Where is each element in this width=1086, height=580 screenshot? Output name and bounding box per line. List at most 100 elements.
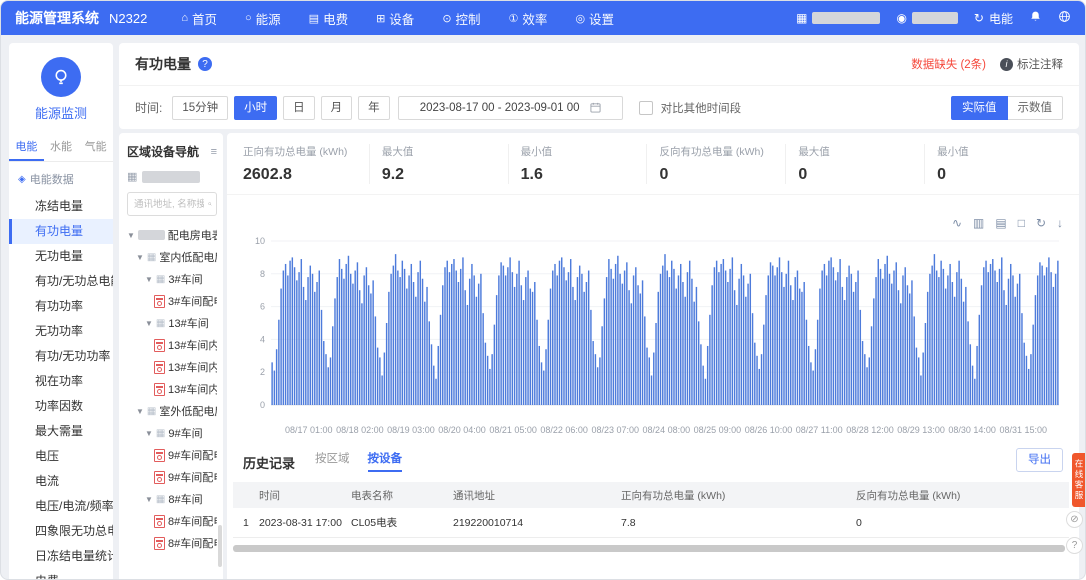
granularity-button[interactable]: 日 — [283, 95, 315, 120]
tree-node[interactable]: 3#车间配电... — [127, 290, 217, 312]
tree-node-label: 13#车间 — [168, 318, 209, 330]
caret-icon[interactable]: ▼ — [136, 407, 144, 416]
data-view-icon[interactable]: ▤ — [995, 217, 1006, 229]
device-tree: ▼配电房电表▼▦室内低配电房▼▦3#车间3#车间配电...▼▦13#车间13#车… — [127, 224, 217, 554]
sidebar-item[interactable]: 有功/无功功率 — [9, 344, 113, 369]
granularity-button[interactable]: 15分钟 — [172, 95, 229, 120]
line-chart-icon[interactable]: ∿ — [952, 217, 962, 229]
tree-node[interactable]: 9#车间配电... — [127, 444, 217, 466]
sidebar-item[interactable]: 有功电量 — [9, 219, 113, 244]
tree-node[interactable]: ▼ 配电房电表 — [127, 224, 217, 246]
history-tab-按区域[interactable]: 按区域 — [315, 450, 350, 472]
energy-type-label: 电能 — [988, 11, 1013, 26]
granularity-button[interactable]: 月 — [320, 95, 353, 120]
sidebar-item[interactable]: 无功电量 — [9, 244, 113, 269]
sidebar-tab-水能[interactable]: 水能 — [44, 132, 79, 161]
collapse-nav-icon[interactable]: ≡ — [211, 146, 217, 158]
nav-item-settings[interactable]: ◎ 设置 — [575, 9, 614, 28]
efficiency-icon: ① — [508, 12, 519, 25]
tree-node[interactable]: 13#车间内... — [127, 356, 217, 378]
date-range-picker[interactable]: 2023-08-17 00 - 2023-09-01 00 — [397, 95, 623, 120]
tree-node[interactable]: ▼▦室内低配电房 — [127, 246, 217, 268]
table-horizontal-scrollbar[interactable] — [233, 545, 1065, 552]
tree-node[interactable]: 13#车间内... — [127, 378, 217, 400]
sidebar-item[interactable]: 无功功率 — [9, 319, 113, 344]
language-globe-icon[interactable] — [1058, 10, 1071, 26]
missing-data-link[interactable]: 数据缺失 (2条) — [911, 56, 986, 72]
caret-icon[interactable]: ▼ — [145, 319, 153, 328]
history-tab-按设备[interactable]: 按设备 — [367, 450, 403, 472]
tree-node[interactable]: ▼ ▦ 13#车间 — [127, 312, 217, 334]
sidebar-item[interactable]: 冻结电量 — [9, 194, 113, 219]
org-selector[interactable]: ▦ — [796, 11, 881, 25]
export-button[interactable]: 导出 — [1016, 448, 1063, 472]
caret-icon[interactable]: ▼ — [145, 275, 153, 284]
notification-bell-icon[interactable] — [1029, 10, 1042, 26]
sidebar-item[interactable]: 功率因数 — [9, 394, 113, 419]
nav-item-bill[interactable]: ▤ 电费 — [309, 9, 348, 28]
chart-toolbar: ∿ ▥ ▤ □ ↻ ↓ — [227, 195, 1079, 231]
restore-icon[interactable]: □ — [1018, 217, 1025, 229]
tree-node-label: 13#车间内... — [168, 362, 217, 374]
sidebar-item[interactable]: 四象限无功总电能 — [9, 519, 113, 544]
caret-icon[interactable]: ▼ — [145, 495, 153, 504]
sidebar-item[interactable]: 有功功率 — [9, 294, 113, 319]
refresh-icon[interactable]: ↻ — [1036, 217, 1046, 229]
sidebar-tab-电能[interactable]: 电能 — [9, 132, 44, 161]
energy-type-switch[interactable]: ↻ 电能 — [974, 10, 1013, 27]
value-mode-button[interactable]: 实际值 — [951, 95, 1008, 120]
building-icon: ▦ — [155, 493, 166, 505]
sidebar-item[interactable]: 最大需量 — [9, 419, 113, 444]
meter-icon — [154, 448, 165, 462]
caret-icon[interactable]: ▼ — [127, 231, 135, 240]
nav-item-device[interactable]: ⊞ 设备 — [376, 9, 414, 28]
sidebar-group-electric-data[interactable]: ◈ 电能数据 — [9, 162, 113, 194]
tree-node-label: 配电房电表 — [167, 230, 217, 242]
tree-node[interactable]: 8#车间配电... — [127, 532, 217, 554]
annotate-toggle[interactable]: i 标注注释 — [1000, 56, 1063, 72]
user-selector[interactable]: ◉ — [896, 11, 958, 25]
tree-node-label: 9#车间 — [168, 428, 203, 440]
compare-checkbox[interactable] — [638, 100, 653, 115]
device-nav-scrollbar[interactable] — [218, 525, 222, 567]
annotation-fab[interactable]: ⊘ — [1066, 511, 1083, 528]
sidebar-tab-气能[interactable]: 气能 — [78, 132, 113, 161]
building-icon: ▦ — [127, 171, 138, 183]
sidebar-item[interactable]: 有功/无功总电能 — [9, 269, 113, 294]
tree-node[interactable]: ▼▦室外低配电房 — [127, 400, 217, 422]
x-tick-label: 08/30 14:00 — [948, 425, 996, 435]
sidebar-item[interactable]: 电流 — [9, 469, 113, 494]
caret-icon[interactable]: ▼ — [145, 429, 153, 438]
nav-item-home[interactable]: ⌂ 首页 — [181, 9, 217, 28]
nav-item-energy[interactable]: ○ 能源 — [245, 9, 281, 28]
tree-node[interactable]: ▼ ▦ 9#车间 — [127, 422, 217, 444]
tree-node[interactable]: ▼ ▦ 8#车间 — [127, 488, 217, 510]
nav-item-efficiency[interactable]: ① 效率 — [509, 9, 548, 28]
device-search-input[interactable] — [132, 197, 206, 211]
value-mode-button[interactable]: 示数值 — [1007, 95, 1063, 120]
sidebar-item[interactable]: 日冻结电量统计 — [9, 544, 113, 569]
download-icon[interactable]: ↓ — [1057, 217, 1063, 229]
tree-node[interactable]: ▼ ▦ 3#车间 — [127, 268, 217, 290]
granularity-button[interactable]: 年 — [358, 95, 390, 120]
nav-item-control[interactable]: ⊙ 控制 — [442, 9, 480, 28]
app-window: 能源管理系统 N2322 ⌂ 首页 ○ 能源 ▤ 电费 ⊞ 设备 ⊙ 控制 ① 效率 ◎ 设置 ▦ ◉ ↻… — [0, 0, 1086, 580]
granularity-button[interactable]: 小时 — [234, 95, 278, 120]
sidebar-item[interactable]: 电压 — [9, 444, 113, 469]
search-icon[interactable] — [208, 199, 212, 209]
sidebar-item[interactable]: 电费 — [9, 569, 113, 579]
diamond-icon: ◈ — [18, 173, 26, 185]
tree-node[interactable]: 9#车间配电... — [127, 466, 217, 488]
bar-chart-icon[interactable]: ▥ — [973, 217, 984, 229]
sidebar-item[interactable]: 视在功率 — [9, 369, 113, 394]
table-row[interactable]: 1 2023-08-31 17:00 CL05电表 219220010714 7.8 0 — [233, 508, 1069, 538]
caret-icon[interactable]: ▼ — [136, 253, 144, 262]
sidebar-item[interactable]: 电压/电流/频率 — [9, 494, 113, 519]
online-service-tab[interactable]: 在线客服 — [1072, 453, 1085, 507]
help-icon[interactable]: ? — [198, 57, 212, 71]
tree-node[interactable]: 8#车间配电... — [127, 510, 217, 532]
sidebar-menu: 冻结电量有功电量无功电量有功/无功总电能有功功率无功功率有功/无功功率视在功率功… — [9, 194, 113, 579]
tree-node[interactable]: 13#车间内... — [127, 334, 217, 356]
tree-node-label: 8#车间配电... — [168, 516, 217, 528]
help-fab[interactable]: ? — [1066, 537, 1083, 554]
